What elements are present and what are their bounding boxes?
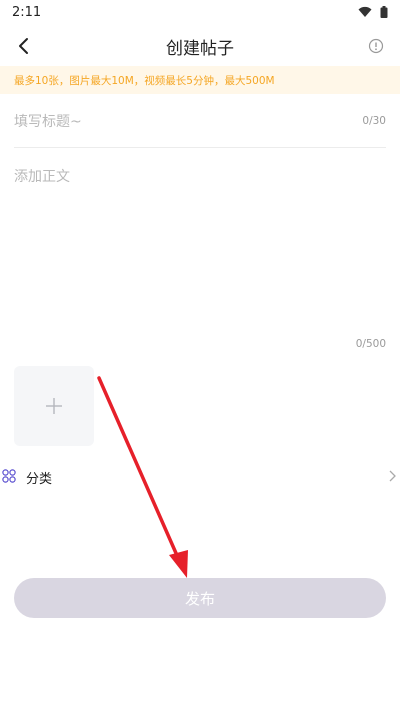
title-input[interactable] bbox=[14, 112, 334, 132]
plus-icon bbox=[46, 398, 62, 414]
status-icons bbox=[358, 6, 388, 18]
upload-limit-notice: 最多10张，图片最大10M，视频最长5分钟，最大500M bbox=[0, 66, 400, 94]
back-button[interactable] bbox=[12, 34, 34, 58]
chevron-left-icon bbox=[19, 38, 28, 54]
publish-button[interactable]: 发布 bbox=[14, 578, 386, 618]
info-circle-icon[interactable] bbox=[368, 38, 384, 54]
chevron-right-icon bbox=[389, 470, 396, 482]
status-time: 2:11 bbox=[12, 4, 42, 20]
category-row[interactable]: 分类 bbox=[0, 462, 400, 490]
battery-icon bbox=[380, 6, 388, 18]
wifi-icon bbox=[358, 6, 372, 17]
title-char-count: 0/30 bbox=[362, 115, 386, 127]
body-input[interactable] bbox=[14, 160, 386, 336]
body-area: 0/500 bbox=[14, 160, 386, 350]
category-icon bbox=[2, 469, 16, 483]
nav-bar: 创建帖子 bbox=[0, 24, 400, 68]
page-title: 创建帖子 bbox=[166, 38, 234, 59]
category-label: 分类 bbox=[26, 472, 53, 487]
title-row: 0/30 bbox=[14, 104, 386, 148]
add-media-button[interactable] bbox=[14, 366, 94, 446]
body-char-count: 0/500 bbox=[355, 338, 386, 350]
status-bar: 2:11 bbox=[0, 0, 400, 24]
